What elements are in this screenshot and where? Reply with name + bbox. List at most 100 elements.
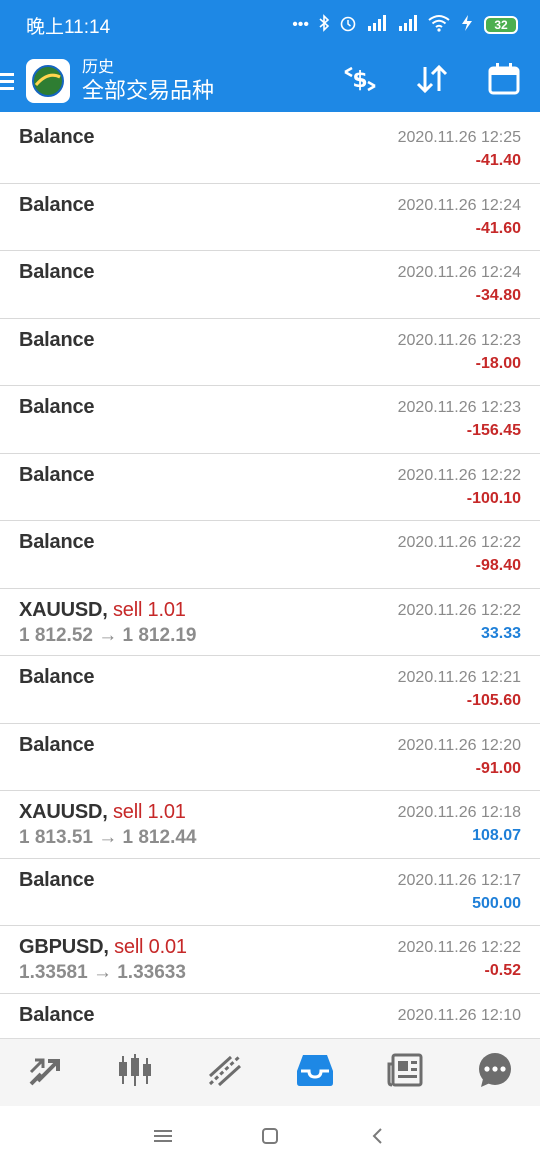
square-icon	[261, 1127, 279, 1150]
row-amount: -156.45	[466, 422, 521, 439]
row-left: Balance	[19, 868, 95, 892]
status-bar: 晚上11:14 ••• 32	[0, 0, 540, 50]
row-right: 2020.11.26 12:22 -98.40	[398, 534, 521, 575]
row-title: Balance	[19, 261, 95, 283]
row-amount: -34.80	[475, 287, 521, 304]
history-row[interactable]: Balance 2020.11.26 12:21 -105.60	[0, 656, 540, 724]
more-dots-icon: •••	[292, 16, 309, 33]
system-menu-button[interactable]	[143, 1118, 183, 1158]
row-time: 2020.11.26 12:22	[397, 534, 521, 551]
signal-hd-icon	[366, 14, 388, 37]
toolbar-subtitle: 历史	[82, 59, 115, 77]
row-title: Balance	[19, 1003, 95, 1026]
nav-trade[interactable]	[195, 1043, 255, 1103]
row-time: 2020.11.26 12:24	[397, 264, 521, 281]
row-amount: -18.00	[475, 354, 521, 372]
nav-chart[interactable]	[105, 1043, 165, 1103]
row-right: 2020.11.26 12:22 33.33	[398, 602, 521, 643]
signal-icon	[397, 14, 419, 37]
history-row[interactable]: Balance 2020.11.26 12:10	[0, 994, 540, 1039]
deal-prices: 1 813.51 → 1 812.44	[19, 827, 197, 848]
row-title: Balance	[19, 463, 95, 486]
deal-side: sell 0.01	[114, 936, 187, 958]
svg-text:$: $	[352, 68, 367, 93]
history-row[interactable]: Balance 2020.11.26 12:23 -18.00	[0, 319, 540, 386]
sort-button[interactable]	[396, 50, 468, 112]
row-time: 2020.11.26 12:10	[397, 1006, 521, 1024]
row-time: 2020.11.26 12:25	[397, 129, 521, 146]
row-left: XAUUSD, sell 1.01 1 813.51 → 1 812.44	[19, 801, 196, 849]
row-deal-title: GBPUSD, sell 0.01	[19, 936, 187, 959]
history-row[interactable]: Balance 2020.11.26 12:22 -100.10	[0, 454, 540, 521]
currency-exchange-button[interactable]: $	[324, 50, 396, 112]
row-left: Balance	[19, 733, 95, 757]
menu-icon[interactable]	[0, 50, 22, 112]
nav-chat[interactable]	[465, 1043, 525, 1103]
nav-quotes[interactable]	[15, 1043, 75, 1103]
history-row[interactable]: Balance 2020.11.26 12:20 -91.00	[0, 724, 540, 791]
row-time: 2020.11.26 12:22	[397, 939, 521, 956]
toolbar-titles: 历史 全部交易品种	[82, 59, 214, 103]
history-row[interactable]: Balance 2020.11.26 12:25 -41.40	[0, 116, 540, 184]
nav-history[interactable]	[285, 1043, 345, 1103]
quotes-icon	[27, 1052, 63, 1093]
row-amount: -0.52	[484, 962, 521, 979]
history-row[interactable]: Balance 2020.11.26 12:17 500.00	[0, 859, 540, 926]
row-title: Balance	[19, 733, 95, 756]
system-home-button[interactable]	[250, 1118, 290, 1158]
wifi-icon	[428, 14, 450, 37]
row-time: 2020.11.26 12:17	[397, 871, 521, 889]
row-right: 2020.11.26 12:17 500.00	[398, 872, 521, 913]
row-right: 2020.11.26 12:23 -18.00	[398, 332, 521, 373]
toolbar-actions: $	[324, 50, 540, 112]
bottom-nav	[0, 1038, 540, 1106]
row-time: 2020.11.26 12:21	[397, 669, 521, 686]
row-time: 2020.11.26 12:20	[397, 736, 521, 754]
history-list: Balance 2020.11.26 12:25 -41.40 Balance 2020…	[0, 116, 540, 1038]
sort-icon	[415, 63, 449, 100]
row-left: Balance	[19, 463, 95, 487]
row-title: Balance	[19, 126, 95, 148]
history-row[interactable]: XAUUSD, sell 1.01 1 812.52 → 1 812.19 2020…	[0, 589, 540, 656]
row-amount: 33.33	[480, 624, 521, 642]
row-left: Balance	[19, 666, 95, 689]
system-nav	[0, 1106, 540, 1170]
row-title: Balance	[19, 531, 95, 553]
row-amount: -41.40	[475, 152, 521, 169]
row-amount: -91.00	[475, 759, 521, 777]
history-row[interactable]: Balance 2020.11.26 12:24 -41.60	[0, 184, 540, 251]
row-left: XAUUSD, sell 1.01 1 812.52 → 1 812.19	[19, 599, 196, 647]
row-title: Balance	[19, 328, 95, 351]
row-time: 2020.11.26 12:23	[397, 331, 521, 349]
chevron-left-icon	[370, 1127, 384, 1150]
deal-side: sell 1.01	[112, 598, 186, 621]
history-row[interactable]: XAUUSD, sell 1.01 1 813.51 → 1 812.44 2020…	[0, 791, 540, 859]
history-row[interactable]: Balance 2020.11.26 12:23 -156.45	[0, 386, 540, 454]
app-logo	[26, 59, 70, 103]
row-amount: 108.07	[472, 827, 521, 844]
chart-icon	[116, 1052, 154, 1093]
alarm-icon	[339, 14, 357, 37]
history-row[interactable]: Balance 2020.11.26 12:24 -34.80	[0, 251, 540, 319]
history-row[interactable]: Balance 2020.11.26 12:22 -98.40	[0, 521, 540, 589]
row-title: Balance	[19, 868, 95, 891]
deal-side: sell 1.01	[112, 801, 186, 823]
row-time: 2020.11.26 12:22	[397, 466, 521, 484]
toolbar-title[interactable]: 全部交易品种	[82, 78, 214, 103]
history-row[interactable]: GBPUSD, sell 0.01 1.33581 → 1.33633 2020.1…	[0, 926, 540, 994]
trade-icon	[207, 1052, 243, 1093]
deal-symbol: XAUUSD,	[19, 598, 108, 621]
row-time: 2020.11.26 12:23	[397, 399, 521, 416]
nav-news[interactable]	[375, 1043, 435, 1103]
row-amount: -105.60	[466, 692, 521, 709]
deal-prices: 1 812.52 → 1 812.19	[19, 624, 197, 646]
row-right: 2020.11.26 12:21 -105.60	[398, 669, 521, 710]
deal-prices: 1.33581 → 1.33633	[19, 962, 186, 983]
history-icon	[296, 1053, 334, 1092]
row-time: 2020.11.26 12:24	[397, 196, 521, 214]
system-back-button[interactable]	[357, 1118, 397, 1158]
row-left: Balance	[19, 531, 95, 554]
calendar-button[interactable]	[468, 50, 540, 112]
battery-indicator: 32	[484, 16, 518, 34]
row-left: Balance	[19, 194, 95, 217]
